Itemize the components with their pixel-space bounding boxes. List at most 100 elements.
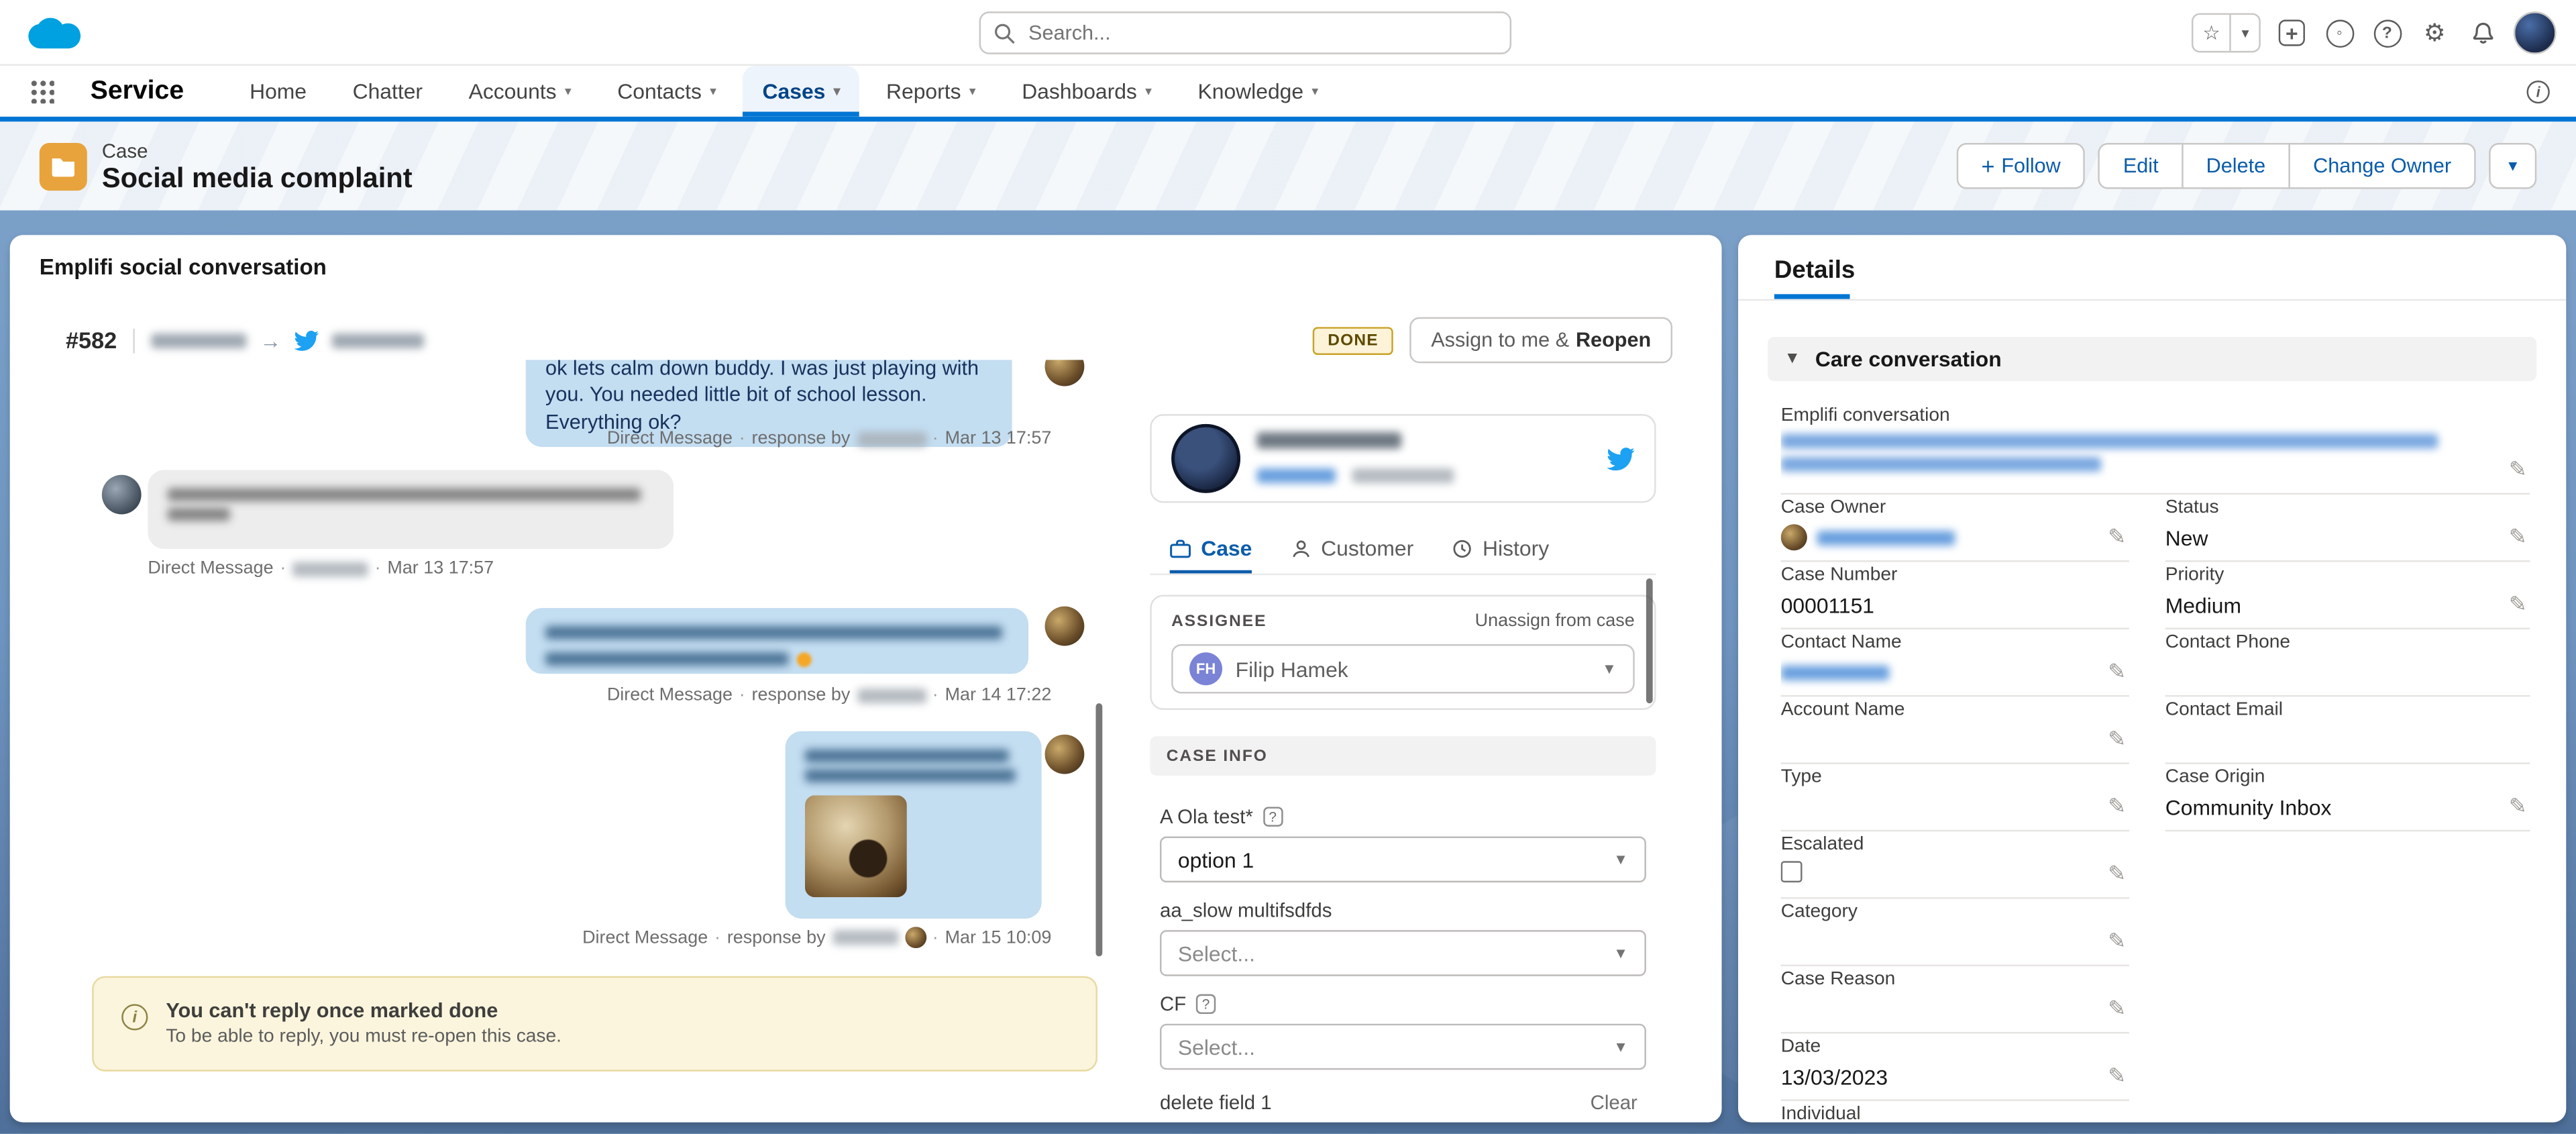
edit-icon[interactable]: ✎ [2509, 524, 2527, 550]
chat-scrollbar[interactable] [1095, 703, 1102, 956]
case-object-icon [40, 143, 87, 191]
warning-title: You can't reply once marked done [166, 999, 498, 1022]
details-field-grid: Emplifi conversation ✎ Case Owner ✎ Stat… [1781, 403, 2530, 1123]
clear-link[interactable]: Clear [1591, 1091, 1638, 1114]
favorites-control: ☆ ▾ [2191, 13, 2261, 53]
select-a-ola-test[interactable]: option 1 ▼ [1160, 837, 1646, 883]
plus-icon: + [2279, 19, 2305, 46]
follow-button[interactable]: +Follow [1957, 143, 2086, 189]
search-icon [994, 22, 1016, 44]
field-case-number: Case Number 00001151 [1781, 562, 2129, 629]
panel-scrollbar[interactable] [1646, 578, 1653, 703]
help-button[interactable]: ? [2371, 16, 2404, 49]
change-owner-button[interactable]: Change Owner [2288, 143, 2475, 189]
chat-thread[interactable]: ok lets calm down buddy. I was just play… [66, 360, 1104, 961]
edit-button[interactable]: Edit [2098, 143, 2183, 189]
nav-info-button[interactable]: i [2527, 81, 2550, 103]
search-input[interactable] [1025, 19, 1497, 46]
help-icon[interactable]: ? [1196, 994, 1216, 1014]
app-launcher-icon[interactable] [30, 79, 54, 104]
assign-reopen-button[interactable]: Assign to me &Reopen [1409, 317, 1672, 364]
image-attachment[interactable] [805, 795, 907, 897]
escalated-checkbox[interactable] [1781, 861, 1803, 882]
help-icon: ? [2373, 19, 2402, 47]
redacted-link[interactable] [1781, 457, 2102, 472]
panel-tab-customer[interactable]: Customer [1291, 529, 1413, 574]
nav-tab-accounts[interactable]: Accounts▾ [449, 66, 591, 117]
setup-button[interactable]: ⚙︎ [2418, 16, 2451, 49]
chevron-down-icon[interactable]: ▾ [565, 84, 572, 99]
select-aa-slow[interactable]: Select... ▼ [1160, 930, 1646, 976]
field-date: Date 13/03/2023 ✎ [1781, 1033, 2129, 1100]
unassign-link[interactable]: Unassign from case [1475, 611, 1635, 631]
notifications-button[interactable] [2466, 16, 2499, 49]
redacted-link[interactable] [1781, 665, 1890, 680]
nav-tab-chatter[interactable]: Chatter [333, 66, 442, 117]
reply-locked-warning: i You can't reply once marked done To be… [92, 976, 1097, 1072]
nav-tab-dashboards[interactable]: Dashboards▾ [1002, 66, 1172, 117]
guidance-center-button[interactable]: ◦ [2323, 16, 2356, 49]
edit-icon[interactable]: ✎ [2108, 996, 2126, 1022]
chevron-down-icon[interactable]: ▾ [969, 84, 976, 99]
details-tab-title[interactable]: Details [1774, 256, 1855, 285]
redacted-customer-handle[interactable] [1256, 468, 1336, 482]
favorites-menu-chevron-icon[interactable]: ▾ [2230, 15, 2259, 51]
panel-tab-history[interactable]: History [1453, 529, 1549, 574]
delete-button[interactable]: Delete [2182, 143, 2290, 189]
redacted-message-text [168, 488, 641, 501]
person-icon [1291, 538, 1311, 558]
edit-icon[interactable]: ✎ [2108, 1063, 2126, 1089]
folder-icon [49, 153, 77, 181]
more-actions-button[interactable]: ▼ [2489, 143, 2536, 189]
redacted-link[interactable] [1781, 434, 2438, 449]
nav-tab-cases[interactable]: Cases▾ [743, 66, 860, 117]
section-care-conversation[interactable]: ▼ Care conversation [1768, 337, 2536, 381]
edit-icon[interactable]: ✎ [2108, 929, 2126, 955]
chevron-down-icon[interactable]: ▾ [1145, 84, 1152, 99]
gear-icon: ⚙︎ [2424, 18, 2446, 48]
edit-icon[interactable]: ✎ [2509, 457, 2527, 483]
record-page-header: Case Social media complaint +Follow Edit… [0, 121, 2576, 210]
card-title: Emplifi social conversation [40, 255, 327, 280]
assignee-dropdown[interactable]: FH Filip Hamek ▼ [1171, 644, 1635, 693]
chevron-down-icon[interactable]: ▾ [834, 84, 841, 99]
nav-tab-reports[interactable]: Reports▾ [867, 66, 996, 117]
nav-tab-contacts[interactable]: Contacts▾ [598, 66, 737, 117]
chevron-down-icon: ▼ [1602, 660, 1617, 676]
select-cf[interactable]: Select... ▼ [1160, 1024, 1646, 1070]
customer-profile-card [1150, 414, 1656, 503]
customer-avatar [102, 475, 142, 515]
chat-message-outgoing [786, 731, 1042, 919]
edit-icon[interactable]: ✎ [2509, 592, 2527, 618]
redacted-link[interactable] [1817, 530, 1955, 545]
message-text: ok lets calm down buddy. I was just play… [545, 360, 979, 433]
redacted-link-text [805, 769, 1015, 782]
help-icon[interactable]: ? [1263, 807, 1283, 826]
assignee-name: Filip Hamek [1236, 656, 1589, 681]
edit-icon[interactable]: ✎ [2509, 794, 2527, 820]
edit-icon[interactable]: ✎ [2108, 524, 2126, 550]
author-avatar [904, 927, 926, 948]
redacted-author [292, 561, 368, 576]
edit-icon[interactable]: ✎ [2108, 659, 2126, 685]
chat-message-outgoing [526, 608, 1028, 674]
field-contact-phone: Contact Phone [2165, 629, 2530, 697]
field-account-name: Account Name ✎ [1781, 697, 2129, 764]
edit-icon[interactable]: ✎ [2108, 726, 2126, 752]
field-individual: Individual [1781, 1101, 2129, 1123]
field-status: Status New ✎ [2165, 495, 2530, 562]
redacted-message-text [168, 508, 230, 521]
panel-tab-case[interactable]: Case [1170, 529, 1252, 574]
conversation-id: #582 [66, 327, 117, 353]
owner-avatar [1781, 524, 1807, 550]
edit-icon[interactable]: ✎ [2108, 794, 2126, 820]
favorites-star-icon[interactable]: ☆ [2193, 15, 2231, 51]
field-category: Category ✎ [1781, 899, 2129, 966]
edit-icon[interactable]: ✎ [2108, 861, 2126, 887]
user-avatar[interactable] [2514, 11, 2557, 54]
chevron-down-icon[interactable]: ▾ [710, 84, 716, 99]
chevron-down-icon[interactable]: ▾ [1311, 84, 1318, 99]
nav-tab-knowledge[interactable]: Knowledge▾ [1178, 66, 1338, 117]
global-actions-button[interactable]: + [2275, 16, 2308, 49]
nav-tab-home[interactable]: Home [230, 66, 327, 117]
